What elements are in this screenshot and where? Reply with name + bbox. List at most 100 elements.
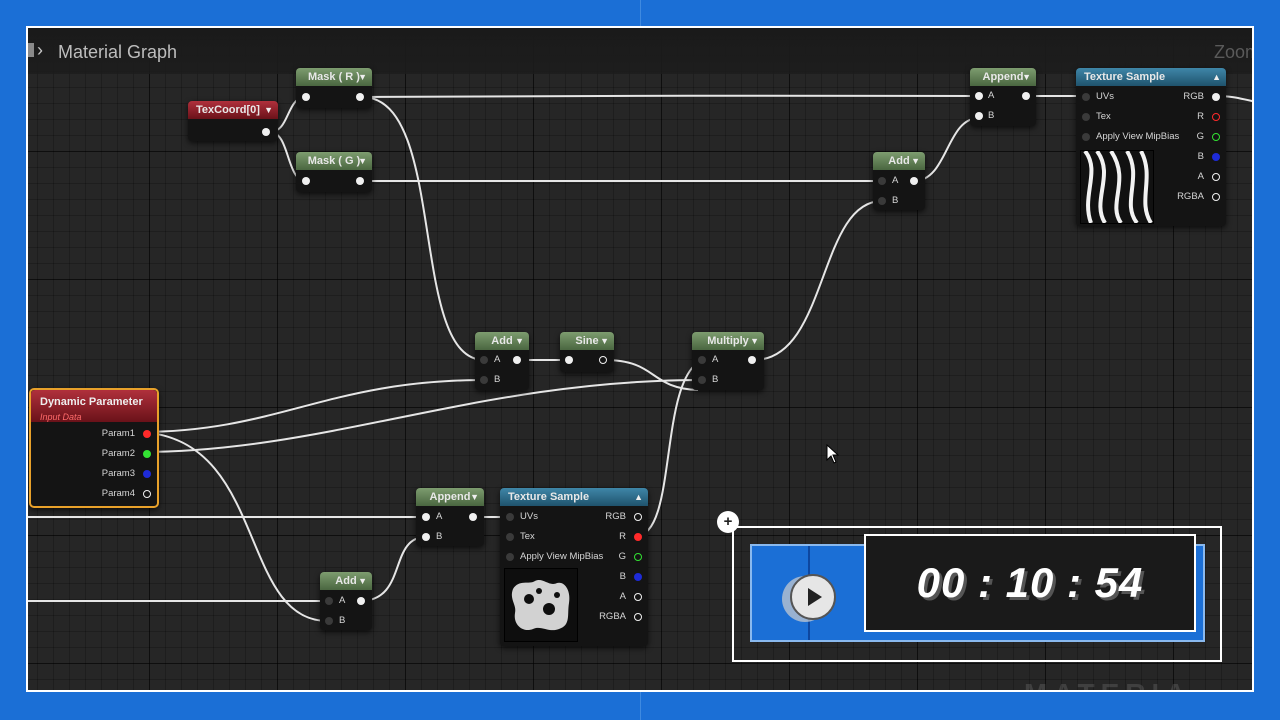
- add-top-node[interactable]: Add ▼ A B: [873, 152, 925, 210]
- add-mid-node[interactable]: Add ▼ A B: [475, 332, 529, 390]
- input-pin-b[interactable]: [698, 376, 706, 384]
- node-header[interactable]: Add ▼: [873, 152, 925, 170]
- plus-icon[interactable]: +: [717, 511, 739, 533]
- output-pin-param3[interactable]: [143, 470, 151, 478]
- pin-label: G: [1196, 131, 1204, 142]
- input-pin[interactable]: [302, 93, 310, 101]
- node-header[interactable]: Append ▼: [416, 488, 484, 506]
- chevron-down-icon[interactable]: ▼: [358, 68, 367, 86]
- output-pin[interactable]: [1022, 92, 1030, 100]
- node-header[interactable]: Texture Sample ▲: [1076, 68, 1226, 86]
- multiply-node[interactable]: Multiply ▼ A B: [692, 332, 764, 390]
- input-pin-tex[interactable]: [506, 533, 514, 541]
- pin-label: Apply View MipBias: [520, 551, 604, 562]
- output-pin[interactable]: [469, 513, 477, 521]
- output-pin[interactable]: [599, 356, 607, 364]
- output-pin-a[interactable]: [634, 593, 642, 601]
- output-pin[interactable]: [910, 177, 918, 185]
- pin-label: A: [712, 354, 719, 365]
- output-pin-b[interactable]: [1212, 153, 1220, 161]
- node-header[interactable]: Append ▼: [970, 68, 1036, 86]
- output-pin-rgba[interactable]: [1212, 193, 1220, 201]
- output-pin[interactable]: [513, 356, 521, 364]
- pin-label: A: [494, 354, 501, 365]
- texture-sample-bottom-node[interactable]: Texture Sample ▲ UVs Tex Apply View MipBi…: [500, 488, 648, 646]
- node-header[interactable]: Sine ▼: [560, 332, 614, 350]
- node-header[interactable]: Dynamic Parameter Input Data: [31, 390, 157, 422]
- chevron-down-icon[interactable]: ▼: [600, 332, 609, 350]
- output-pin-rgb[interactable]: [1212, 93, 1220, 101]
- wire-sine-multiply: [603, 359, 699, 391]
- chevron-down-icon[interactable]: ▼: [515, 332, 524, 350]
- texture-sample-top-node[interactable]: Texture Sample ▲ UVs Tex Apply View MipBi…: [1076, 68, 1226, 226]
- input-pin[interactable]: [565, 356, 573, 364]
- dynamic-parameter-node[interactable]: Dynamic Parameter Input Data Param1 Para…: [29, 388, 159, 508]
- mask-r-node[interactable]: Mask ( R ) ▼: [296, 68, 372, 108]
- output-pin-b[interactable]: [634, 573, 642, 581]
- output-pin-r[interactable]: [634, 533, 642, 541]
- input-pin-uvs[interactable]: [1082, 93, 1090, 101]
- input-pin-a[interactable]: [325, 597, 333, 605]
- output-pin-a[interactable]: [1212, 173, 1220, 181]
- input-pin-b[interactable]: [422, 533, 430, 541]
- output-pin-g[interactable]: [634, 553, 642, 561]
- input-pin-a[interactable]: [480, 356, 488, 364]
- output-pin-r[interactable]: [1212, 113, 1220, 121]
- input-pin-b[interactable]: [480, 376, 488, 384]
- node-header[interactable]: Texture Sample ▲: [500, 488, 648, 506]
- output-pin-param1[interactable]: [143, 430, 151, 438]
- input-pin-a[interactable]: [975, 92, 983, 100]
- output-pin[interactable]: [357, 597, 365, 605]
- texture-preview-waves: [1080, 150, 1154, 224]
- node-header[interactable]: Add ▼: [475, 332, 529, 350]
- input-pin[interactable]: [302, 177, 310, 185]
- pin-label: G: [618, 551, 626, 562]
- add-bottom-node[interactable]: Add ▼ A B: [320, 572, 372, 630]
- output-pin[interactable]: [748, 356, 756, 364]
- chevron-down-icon[interactable]: ▼: [470, 488, 479, 506]
- output-pin[interactable]: [356, 177, 364, 185]
- play-button[interactable]: [790, 574, 836, 620]
- texcoord-node[interactable]: TexCoord[0] ▼: [188, 101, 278, 141]
- input-pin-tex[interactable]: [1082, 113, 1090, 121]
- output-pin-rgba[interactable]: [634, 613, 642, 621]
- node-header[interactable]: Multiply ▼: [692, 332, 764, 350]
- output-pin-param4[interactable]: [143, 490, 151, 498]
- output-pin-g[interactable]: [1212, 133, 1220, 141]
- mask-g-node[interactable]: Mask ( G ) ▼: [296, 152, 372, 192]
- input-pin-mipbias[interactable]: [1082, 133, 1090, 141]
- output-pin-param2[interactable]: [143, 450, 151, 458]
- node-header[interactable]: Add ▼: [320, 572, 372, 590]
- append-bottom-node[interactable]: Append ▼ A B: [416, 488, 484, 546]
- chevron-down-icon[interactable]: ▼: [264, 101, 273, 119]
- output-pin[interactable]: [356, 93, 364, 101]
- chevron-up-icon[interactable]: ▲: [1212, 68, 1221, 86]
- input-pin-a[interactable]: [698, 356, 706, 364]
- node-header[interactable]: TexCoord[0] ▼: [188, 101, 278, 119]
- input-pin-b[interactable]: [975, 112, 983, 120]
- chevron-down-icon[interactable]: ▼: [911, 152, 920, 170]
- input-pin-a[interactable]: [422, 513, 430, 521]
- node-title: TexCoord[0]: [196, 104, 260, 116]
- input-pin-a[interactable]: [878, 177, 886, 185]
- chevron-down-icon[interactable]: ▼: [1022, 68, 1031, 86]
- input-pin-uvs[interactable]: [506, 513, 514, 521]
- pin-label: Tex: [1096, 111, 1111, 122]
- append-top-node[interactable]: Append ▼ A B: [970, 68, 1036, 126]
- watermark-text: MATERIA: [1024, 678, 1191, 690]
- chevron-up-icon[interactable]: ▲: [634, 488, 643, 506]
- input-pin-b[interactable]: [878, 197, 886, 205]
- input-pin-b[interactable]: [325, 617, 333, 625]
- node-header[interactable]: Mask ( G ) ▼: [296, 152, 372, 170]
- input-pin-mipbias[interactable]: [506, 553, 514, 561]
- output-pin-rgb[interactable]: [634, 513, 642, 521]
- node-header[interactable]: Mask ( R ) ▼: [296, 68, 372, 86]
- sine-node[interactable]: Sine ▼: [560, 332, 614, 372]
- pin-label: R: [1197, 111, 1204, 122]
- pin-label: RGBA: [599, 611, 626, 622]
- timer-overlay: + 00 : 10 : 54: [717, 511, 1222, 662]
- output-pin[interactable]: [262, 128, 270, 136]
- chevron-down-icon[interactable]: ▼: [358, 152, 367, 170]
- chevron-down-icon[interactable]: ▼: [750, 332, 759, 350]
- chevron-down-icon[interactable]: ▼: [358, 572, 367, 590]
